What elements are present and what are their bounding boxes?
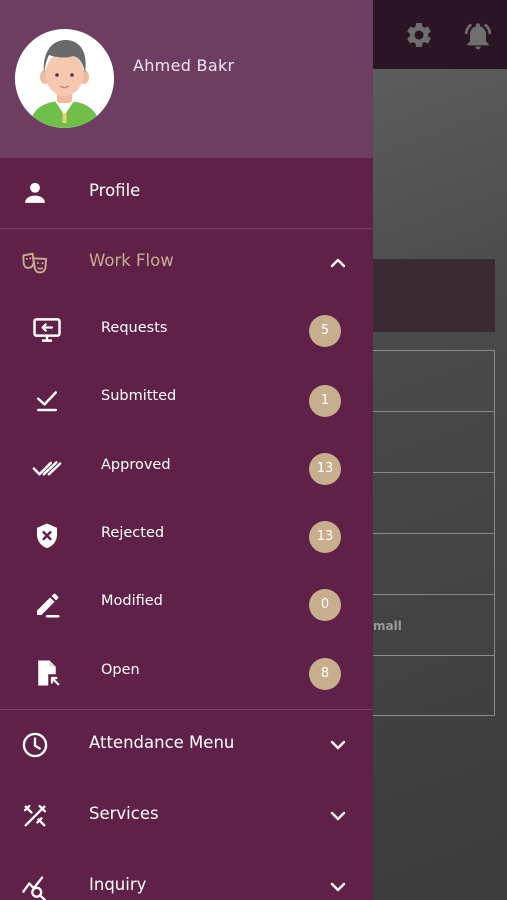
navigation-drawer: Ahmed Bakr Profile Work Flow Requests 5 … xyxy=(0,0,373,900)
count-badge: 13 xyxy=(309,521,341,553)
document-open-icon xyxy=(38,660,60,686)
check-underline-icon xyxy=(37,391,57,412)
workflow-item-label: Rejected xyxy=(101,525,165,541)
count-badge: 0 xyxy=(309,589,341,621)
drawer-header: Ahmed Bakr xyxy=(0,0,373,158)
notification-bell-icon[interactable] xyxy=(462,20,494,52)
tools-icon xyxy=(23,804,47,827)
settings-gear-icon[interactable] xyxy=(404,20,434,50)
count-badge: 5 xyxy=(309,315,341,347)
background-grid xyxy=(370,350,495,716)
person-icon xyxy=(25,182,45,203)
menu-item-workflow-label: Work Flow xyxy=(89,251,174,270)
clock-icon xyxy=(22,732,48,758)
menu-item-attendance-label: Attendance Menu xyxy=(89,733,235,752)
menu-item-profile[interactable]: Profile xyxy=(0,158,373,228)
menu-item-inquiry[interactable]: Inquiry xyxy=(0,851,373,900)
pencil-icon xyxy=(37,593,60,618)
count-badge: 1 xyxy=(309,385,341,417)
menu-item-profile-label: Profile xyxy=(89,181,141,200)
workflow-item-open[interactable]: Open 8 xyxy=(0,636,373,704)
background-small-text: mall xyxy=(373,619,402,633)
background-card xyxy=(370,259,495,332)
monitor-arrow-icon xyxy=(33,318,61,342)
avatar[interactable] xyxy=(15,29,114,128)
workflow-item-requests[interactable]: Requests 5 xyxy=(0,296,373,364)
chevron-down-icon[interactable] xyxy=(326,733,350,757)
workflow-item-label: Modified xyxy=(101,593,163,609)
user-avatar-illustration xyxy=(15,29,114,128)
workflow-item-approved[interactable]: Approved 13 xyxy=(0,432,373,500)
menu-item-inquiry-label: Inquiry xyxy=(89,875,147,894)
shield-x-icon xyxy=(37,523,57,549)
workflow-item-rejected[interactable]: Rejected 13 xyxy=(0,500,373,568)
chevron-up-icon[interactable] xyxy=(326,251,350,275)
workflow-item-submitted[interactable]: Submitted 1 xyxy=(0,364,373,432)
workflow-item-label: Approved xyxy=(101,457,171,473)
menu-item-services-label: Services xyxy=(89,804,159,823)
menu-item-attendance[interactable]: Attendance Menu xyxy=(0,709,373,779)
menu-item-services[interactable]: Services xyxy=(0,780,373,850)
user-name: Ahmed Bakr xyxy=(133,56,235,75)
workflow-item-label: Requests xyxy=(101,320,168,336)
workflow-item-label: Submitted xyxy=(101,388,177,404)
count-badge: 13 xyxy=(309,453,341,485)
chart-search-icon xyxy=(22,876,47,900)
workflow-item-modified[interactable]: Modified 0 xyxy=(0,568,373,636)
count-badge: 8 xyxy=(309,658,341,690)
chevron-down-icon[interactable] xyxy=(326,875,350,899)
workflow-item-label: Open xyxy=(101,662,140,678)
theater-masks-icon xyxy=(22,252,48,274)
menu-item-workflow[interactable]: Work Flow xyxy=(0,228,373,298)
double-check-icon xyxy=(32,461,62,476)
chevron-down-icon[interactable] xyxy=(326,804,350,828)
